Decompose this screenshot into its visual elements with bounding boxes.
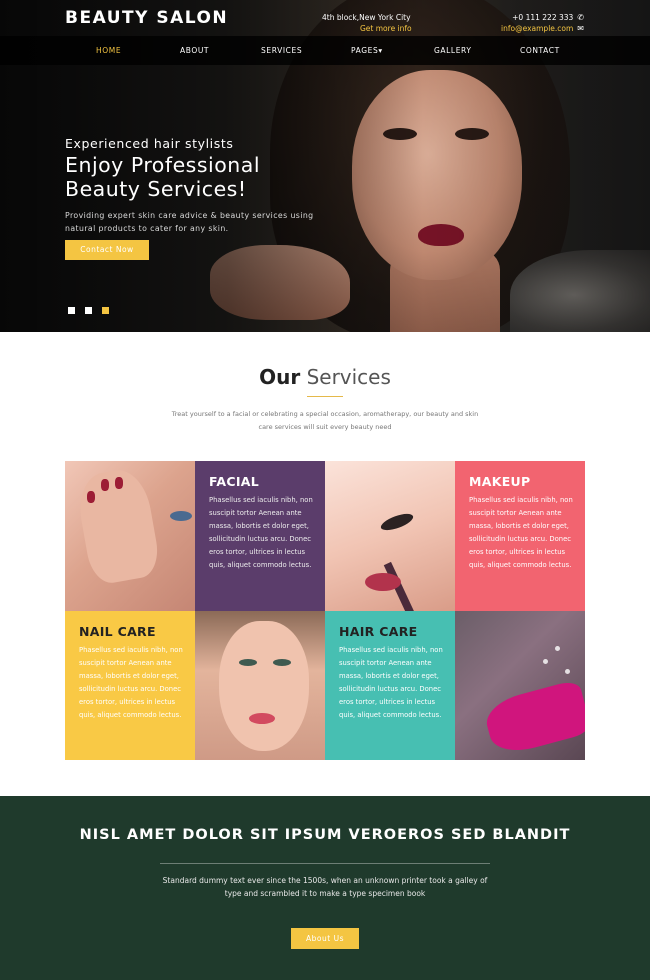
services-heading: Our Services (0, 365, 650, 389)
top-bar: BEAUTY SALON 4th block,New York City Get… (0, 0, 650, 36)
slider-dots (68, 299, 114, 318)
address-text: 4th block,New York City (322, 13, 411, 22)
service-title: NAIL CARE (79, 623, 156, 639)
services-heading-bold: Our (259, 365, 301, 389)
services-intro: Treat yourself to a facial or celebratin… (171, 410, 479, 431)
heading-underline (307, 396, 343, 397)
makeup-closeup-photo (325, 461, 455, 611)
phone-icon: ✆ (577, 13, 584, 22)
nav-services[interactable]: SERVICES (261, 46, 302, 55)
services-heading-light: Services (306, 365, 391, 389)
main-nav: HOME ABOUT SERVICES PAGES▾ GALLERY CONTA… (0, 36, 650, 65)
slide-dot-3-active[interactable] (102, 307, 110, 314)
model-portrait-photo (195, 610, 325, 760)
service-card-nail-care[interactable]: NAIL CARE Phasellus sed iaculis nibh, no… (65, 610, 195, 760)
service-text: Phasellus sed iaculis nibh, non suscipit… (79, 645, 183, 719)
slide-dot-1[interactable] (68, 307, 75, 314)
manicure-gloves-photo (455, 610, 585, 760)
service-card-facial[interactable]: FACIAL Phasellus sed iaculis nibh, non s… (195, 461, 325, 611)
nav-about[interactable]: ABOUT (180, 46, 209, 55)
hero-section: BEAUTY SALON 4th block,New York City Get… (0, 0, 650, 332)
nav-home[interactable]: HOME (96, 46, 121, 55)
more-info-link[interactable]: Get more info (360, 23, 412, 34)
service-card-makeup[interactable]: MAKEUP Phasellus sed iaculis nibh, non s… (455, 461, 585, 611)
service-title: MAKEUP (469, 474, 531, 489)
contact-block: +0 111 222 333 ✆ info@example.com ✉ (501, 12, 584, 34)
phone-number: +0 111 222 333 (512, 13, 574, 22)
banner-divider (160, 863, 490, 864)
hand-nails-photo (65, 461, 195, 611)
address-block: 4th block,New York City Get more info (322, 12, 412, 34)
hero-title-line1: Enjoy Professional (65, 153, 261, 177)
about-us-button[interactable]: About Us (291, 928, 359, 949)
service-text: Phasellus sed iaculis nibh, non suscipit… (209, 496, 313, 569)
hero-title-line2: Beauty Services! (65, 177, 247, 201)
service-title: FACIAL (209, 474, 260, 489)
about-banner: NISL AMET DOLOR SIT IPSUM VEROEROS SED B… (0, 796, 650, 980)
nav-contact[interactable]: CONTACT (520, 46, 560, 55)
envelope-icon: ✉ (577, 24, 584, 33)
hero-subtitle: Experienced hair stylists (65, 136, 234, 151)
service-text: Phasellus sed iaculis nibh, non suscipit… (469, 496, 573, 569)
hero-title: Enjoy Professional Beauty Services! (65, 153, 305, 201)
services-grid: FACIAL Phasellus sed iaculis nibh, non s… (65, 461, 585, 760)
banner-title: NISL AMET DOLOR SIT IPSUM VEROEROS SED B… (79, 827, 571, 843)
slide-dot-2[interactable] (85, 307, 93, 314)
contact-now-button[interactable]: Contact Now (65, 240, 149, 260)
service-card-hair-care[interactable]: HAIR CARE Phasellus sed iaculis nibh, no… (325, 610, 455, 760)
site-logo[interactable]: BEAUTY SALON (65, 8, 228, 28)
email-link[interactable]: info@example.com (501, 24, 573, 33)
hero-description: Providing expert skin care advice & beau… (65, 211, 314, 233)
service-text: Phasellus sed iaculis nibh, non suscipit… (339, 645, 443, 719)
nav-gallery[interactable]: GALLERY (434, 46, 472, 55)
service-title: HAIR CARE (339, 623, 418, 639)
nav-pages-dropdown[interactable]: PAGES▾ (351, 46, 383, 55)
banner-text: Standard dummy text ever since the 1500s… (162, 876, 488, 898)
